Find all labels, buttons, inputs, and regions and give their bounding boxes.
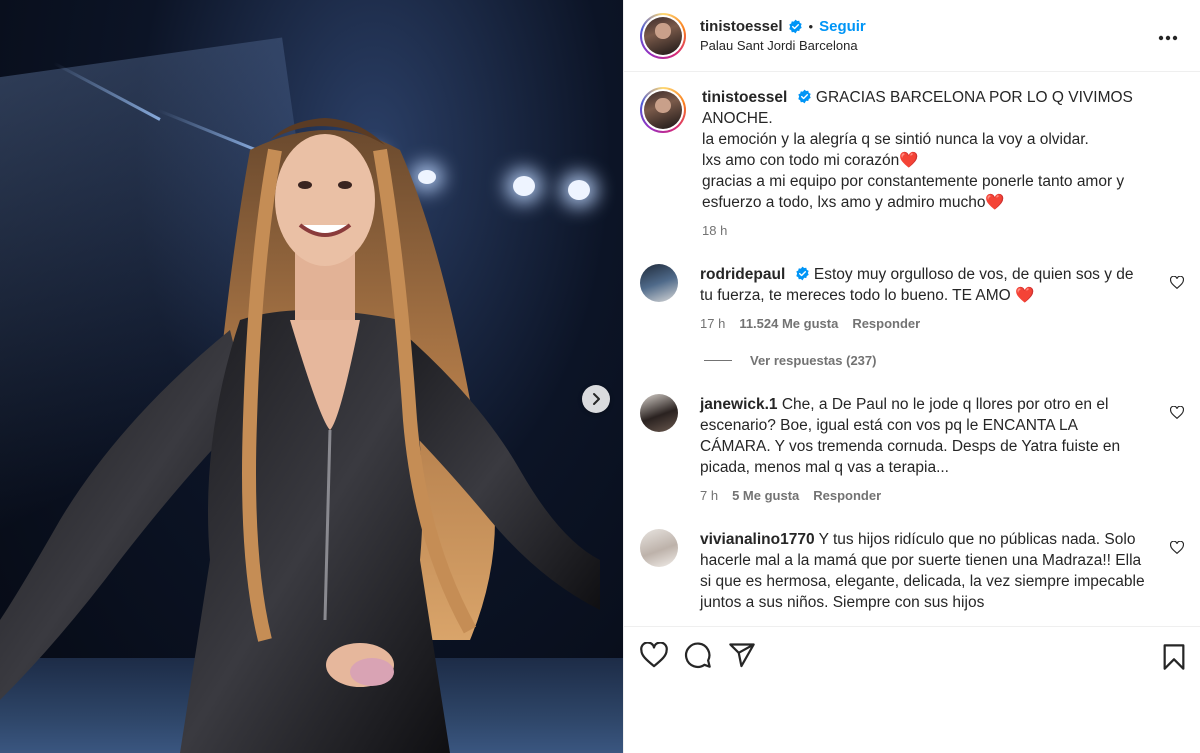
heart-icon[interactable] [640,642,668,668]
separator-dot: • [808,19,814,34]
post-actions-bar [624,626,1200,753]
caption-time[interactable]: 18 h [702,223,727,238]
post-header: tinistoessel • Seguir Palau Sant Jordi B… [624,0,1200,72]
comment-likes[interactable]: 11.524 Me gusta [739,316,838,331]
comment-username[interactable]: rodridepaul [700,266,785,283]
follow-button[interactable]: Seguir [819,18,866,35]
reply-button[interactable]: Responder [852,316,920,331]
comment-item: janewick.1 Che, a De Paul no le jode q l… [640,394,1185,503]
more-options-icon[interactable] [1158,28,1178,46]
share-icon[interactable] [728,641,756,669]
comment-likes[interactable]: 5 Me gusta [732,488,799,503]
post-panel: tinistoessel • Seguir Palau Sant Jordi B… [623,0,1200,753]
comment-time[interactable]: 17 h [700,316,725,331]
carousel-next-button[interactable] [582,385,610,413]
heart-icon[interactable] [1169,405,1185,424]
verified-badge-icon [788,19,803,34]
heart-icon[interactable] [1169,540,1185,559]
comment-icon[interactable] [684,641,712,669]
commenter-avatar[interactable] [640,394,678,432]
caption-line: la emoción y la alegría q se sintió nunc… [702,131,1089,148]
verified-badge-icon [797,89,812,104]
author-avatar[interactable] [640,12,686,59]
caption-username[interactable]: tinistoessel [702,89,787,106]
caption-line: lxs amo con todo mi corazón❤️ [702,152,919,169]
commenter-avatar[interactable] [640,264,678,302]
heart-icon[interactable] [1169,275,1185,294]
caption-line: gracias a mi equipo por constantemente p… [702,173,1125,211]
reply-button[interactable]: Responder [813,488,881,503]
replies-divider [704,360,732,361]
comment-item: rodridepaul Estoy muy orgulloso de vos, … [640,264,1185,331]
commenter-avatar[interactable] [640,529,678,567]
performer-figure [0,118,600,753]
post-location[interactable]: Palau Sant Jordi Barcelona [700,38,866,53]
comments-section[interactable]: tinistoessel GRACIAS BARCELONA POR LO Q … [624,73,1200,625]
bookmark-icon[interactable] [1162,643,1186,676]
view-replies-button[interactable]: Ver respuestas (237) [704,353,1184,368]
verified-badge-icon [795,266,810,281]
comment-item: vivianalino1770 Y tus hijos ridículo que… [640,529,1185,613]
comment-time[interactable]: 7 h [700,488,718,503]
author-username[interactable]: tinistoessel [700,18,783,35]
chevron-right-icon [593,393,600,405]
comment-username[interactable]: janewick.1 [700,396,778,413]
post-photo[interactable] [0,0,623,753]
caption-avatar[interactable] [640,87,686,133]
view-replies-label: Ver respuestas (237) [750,353,877,368]
comment-username[interactable]: vivianalino1770 [700,531,815,548]
post-caption: tinistoessel GRACIAS BARCELONA POR LO Q … [640,87,1184,238]
